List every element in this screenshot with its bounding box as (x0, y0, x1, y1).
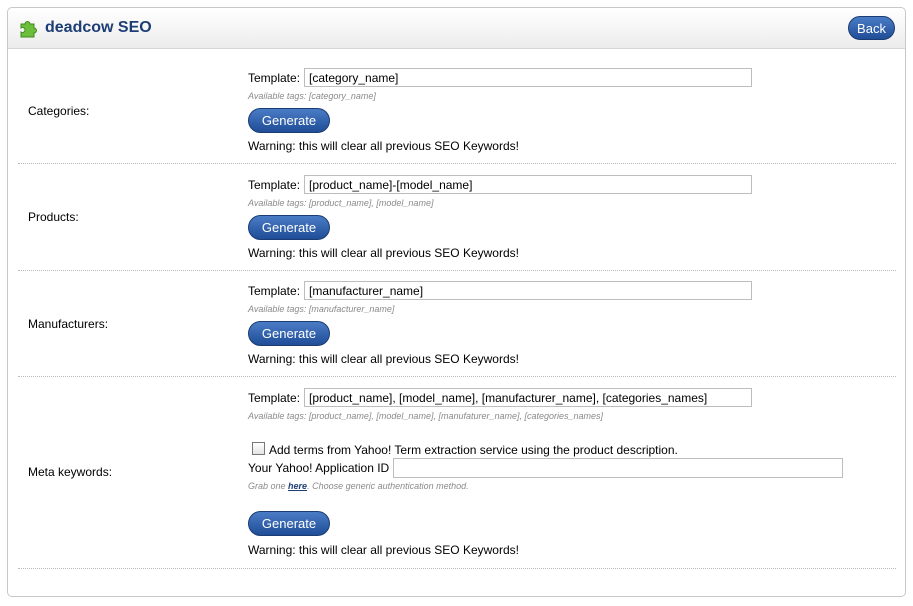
categories-warning: Warning: this will clear all previous SE… (248, 139, 519, 153)
meta-available-tags: Available tags: [product_name], [model_n… (248, 411, 604, 421)
yahoo-app-id-input[interactable] (393, 458, 843, 478)
meta-template-input[interactable] (304, 388, 752, 407)
section-manufacturers: Manufacturers: Template: Available tags:… (18, 270, 896, 377)
manufacturers-template-input[interactable] (304, 281, 752, 300)
yahoo-checkbox-row: Add terms from Yahoo! Term extraction se… (252, 442, 678, 457)
categories-label: Categories: (28, 104, 90, 118)
template-label: Template: (248, 284, 301, 298)
grab-hint: Grab one here. Choose generic authentica… (248, 481, 469, 491)
manufacturers-generate-button[interactable]: Generate (248, 321, 330, 346)
products-template-input[interactable] (304, 175, 752, 194)
section-products: Products: Template: Available tags: [pro… (18, 164, 896, 271)
products-generate-button[interactable]: Generate (248, 215, 330, 240)
products-warning: Warning: this will clear all previous SE… (248, 246, 519, 260)
manufacturers-template-row: Template: (248, 281, 752, 300)
grab-hint-prefix: Grab one (248, 481, 286, 491)
panel-header: deadcow SEO Back (8, 8, 905, 49)
meta-keywords-label: Meta keywords: (28, 465, 113, 479)
manufacturers-available-tags: Available tags: [manufacturer_name] (248, 304, 395, 314)
grab-hint-suffix: . Choose generic authentication method. (307, 481, 469, 491)
categories-available-tags: Available tags: [category_name] (248, 91, 376, 101)
meta-template-row: Template: (248, 388, 752, 407)
section-meta-keywords: Meta keywords: Template: Available tags:… (18, 377, 896, 569)
section-categories: Categories: Template: Available tags: [c… (18, 51, 896, 164)
meta-generate-button[interactable]: Generate (248, 511, 330, 536)
manufacturers-label: Manufacturers: (28, 317, 109, 331)
meta-warning: Warning: this will clear all previous SE… (248, 543, 519, 557)
categories-generate-button[interactable]: Generate (248, 108, 330, 133)
yahoo-terms-checkbox-label: Add terms from Yahoo! Term extraction se… (269, 443, 678, 457)
products-label: Products: (28, 210, 79, 224)
grab-here-link[interactable]: here (288, 481, 307, 491)
puzzle-piece-icon (20, 21, 37, 38)
seo-panel: deadcow SEO Back Categories: Template: A… (7, 7, 906, 597)
template-label: Template: (248, 71, 301, 85)
yahoo-app-id-row: Your Yahoo! Application ID (248, 458, 843, 478)
page-title: deadcow SEO (45, 19, 152, 36)
products-available-tags: Available tags: [product_name], [model_n… (248, 198, 434, 208)
back-button[interactable]: Back (848, 16, 895, 40)
products-template-row: Template: (248, 175, 752, 194)
yahoo-app-id-label: Your Yahoo! Application ID (248, 461, 390, 475)
yahoo-terms-checkbox[interactable] (252, 442, 265, 455)
categories-template-input[interactable] (304, 68, 752, 87)
template-label: Template: (248, 178, 301, 192)
manufacturers-warning: Warning: this will clear all previous SE… (248, 352, 519, 366)
template-label: Template: (248, 391, 301, 405)
categories-template-row: Template: (248, 68, 752, 87)
